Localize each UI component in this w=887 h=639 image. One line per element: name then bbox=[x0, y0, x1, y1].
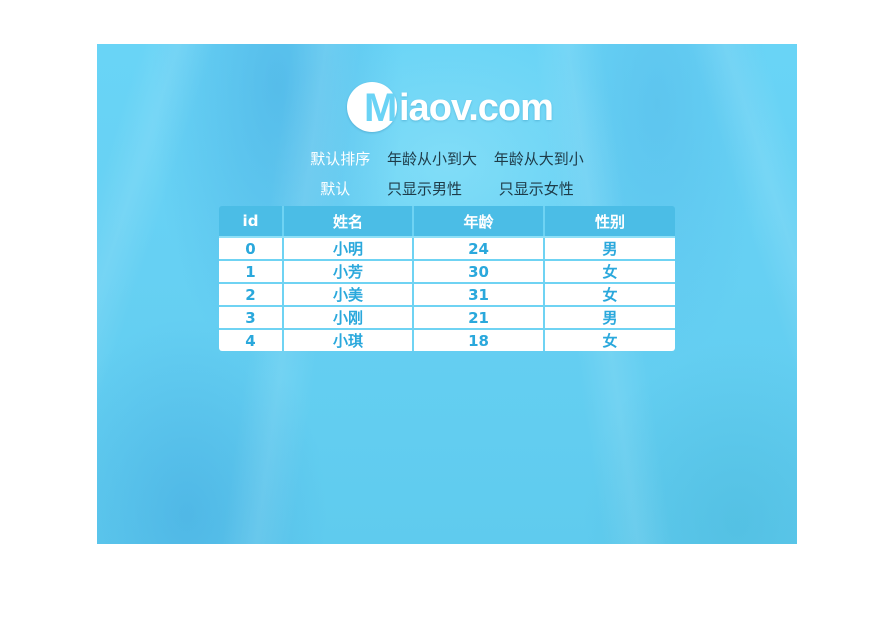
sort-options: 默认排序 年龄从小到大 年龄从大到小 bbox=[97, 148, 797, 170]
cell-id: 3 bbox=[219, 305, 283, 329]
cell-age: 18 bbox=[412, 328, 544, 351]
column-header-name[interactable]: 姓名 bbox=[282, 206, 413, 238]
filter-options: 默认 只显示男性 只显示女性 bbox=[97, 178, 797, 200]
background-ray bbox=[97, 44, 226, 544]
sort-default-option[interactable]: 默认排序 bbox=[310, 148, 370, 170]
cell-gender: 女 bbox=[543, 282, 675, 306]
table-row: 4 小琪 18 女 bbox=[219, 328, 675, 351]
cell-gender: 男 bbox=[543, 237, 675, 260]
filter-default-option[interactable]: 默认 bbox=[320, 178, 350, 200]
cell-name: 小琪 bbox=[282, 328, 413, 351]
cell-age: 24 bbox=[412, 237, 544, 260]
cell-id: 4 bbox=[219, 328, 283, 351]
cell-name: 小明 bbox=[282, 237, 413, 260]
logo-text: iaov.com bbox=[399, 87, 554, 129]
cell-gender: 男 bbox=[543, 305, 675, 329]
table-row: 0 小明 24 男 bbox=[219, 237, 675, 260]
cell-name: 小刚 bbox=[282, 305, 413, 329]
sort-age-desc-option[interactable]: 年龄从大到小 bbox=[494, 148, 584, 170]
table-row: 3 小刚 21 男 bbox=[219, 305, 675, 329]
table-row: 1 小芳 30 女 bbox=[219, 259, 675, 283]
sort-age-asc-option[interactable]: 年龄从小到大 bbox=[387, 148, 477, 170]
column-header-gender[interactable]: 性别 bbox=[543, 206, 675, 238]
miaov-logo: M iaov.com bbox=[347, 82, 554, 132]
cell-name: 小芳 bbox=[282, 259, 413, 283]
filter-female-only-option[interactable]: 只显示女性 bbox=[499, 178, 574, 200]
logo-badge-letter: M bbox=[364, 86, 397, 130]
background-ray bbox=[678, 44, 797, 544]
table-header-row: id 姓名 年龄 性别 bbox=[219, 206, 675, 238]
column-header-age[interactable]: 年龄 bbox=[412, 206, 544, 238]
column-header-id[interactable]: id bbox=[219, 206, 283, 238]
filter-male-only-option[interactable]: 只显示男性 bbox=[387, 178, 462, 200]
table-row: 2 小美 31 女 bbox=[219, 282, 675, 306]
cell-id: 2 bbox=[219, 282, 283, 306]
app-stage: M iaov.com 默认排序 年龄从小到大 年龄从大到小 默认 只显示男性 只… bbox=[97, 44, 797, 544]
cell-gender: 女 bbox=[543, 259, 675, 283]
cell-id: 0 bbox=[219, 237, 283, 260]
cell-id: 1 bbox=[219, 259, 283, 283]
cell-age: 31 bbox=[412, 282, 544, 306]
cell-age: 21 bbox=[412, 305, 544, 329]
cell-age: 30 bbox=[412, 259, 544, 283]
people-table: id 姓名 年龄 性别 0 小明 24 男 1 小芳 30 女 2 小美 31 … bbox=[219, 206, 675, 351]
cell-name: 小美 bbox=[282, 282, 413, 306]
cell-gender: 女 bbox=[543, 328, 675, 351]
